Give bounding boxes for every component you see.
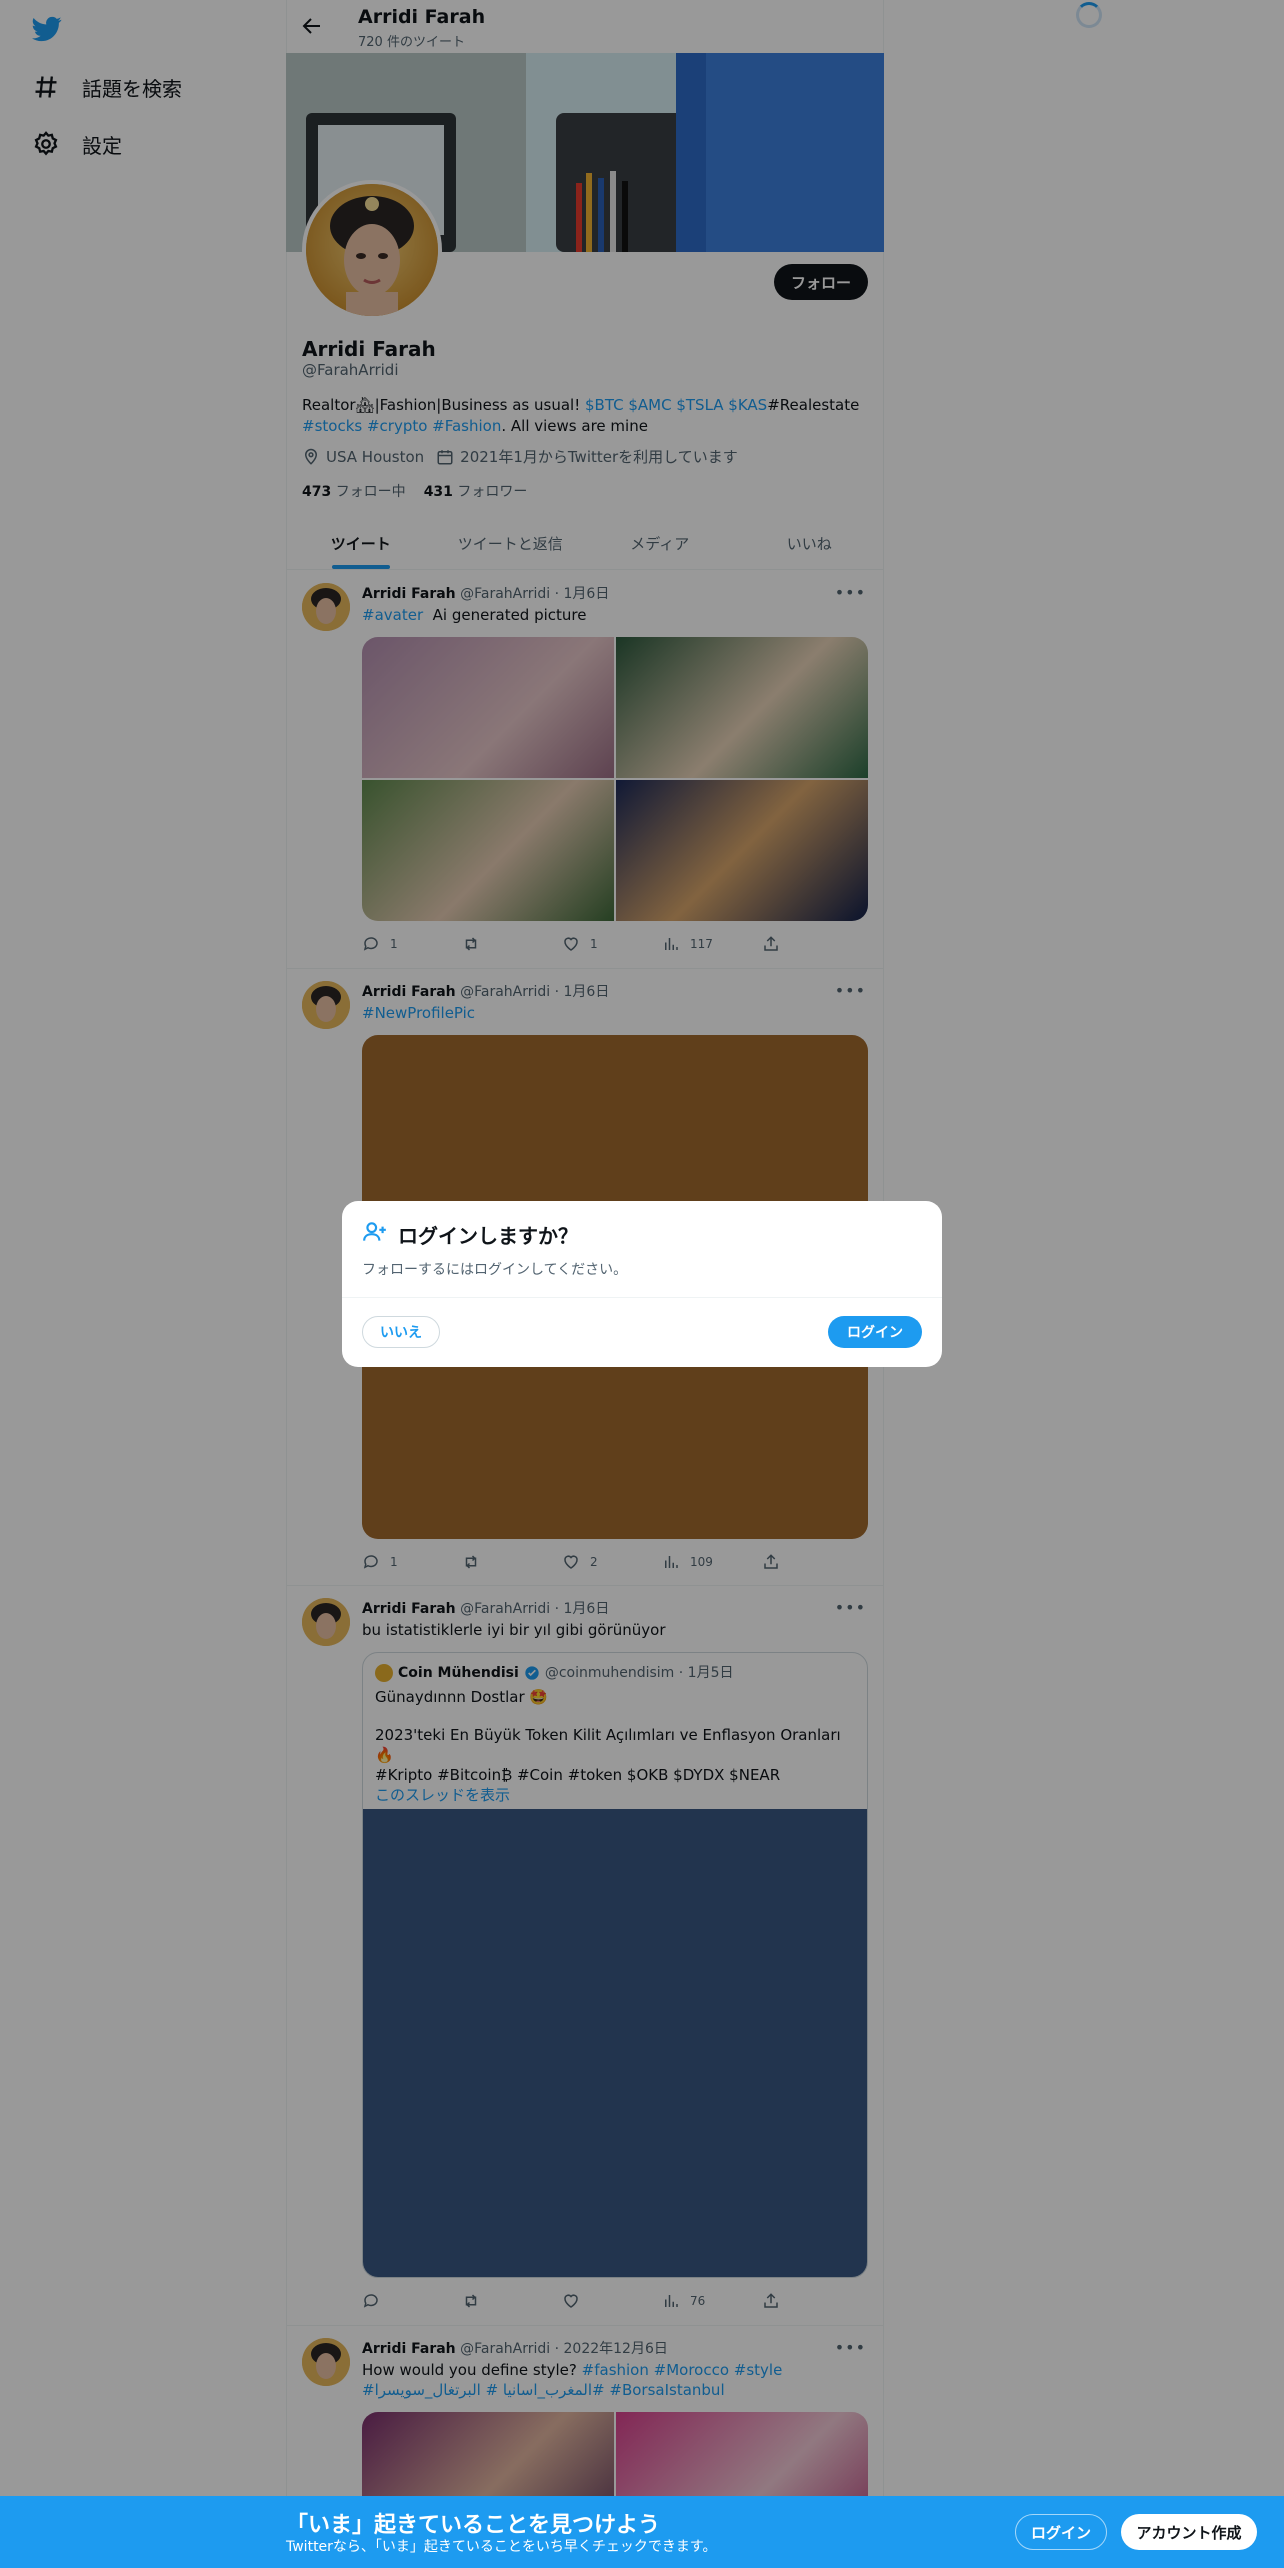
bottom-bar-title: 「いま」起きていることを見つけよう bbox=[286, 2513, 661, 2538]
add-user-icon bbox=[363, 1222, 386, 1241]
dialog-subtitle: フォローするにはログインしてください。 bbox=[362, 1262, 628, 1278]
login-dialog: ログインしますか？ フォローするにはログインしてください。 いいえ ログイン bbox=[342, 1201, 942, 1367]
cancel-button[interactable]: いいえ bbox=[362, 1316, 440, 1348]
dialog-title: ログインしますか？ bbox=[398, 1224, 578, 1248]
dialog-divider bbox=[342, 1297, 942, 1298]
bottom-login-button[interactable]: ログイン bbox=[1015, 2514, 1107, 2550]
bottom-bar-subtitle: Twitterなら、「いま」起きていることをいち早くチェックできます。 bbox=[286, 2539, 717, 2555]
login-button[interactable]: ログイン bbox=[828, 1316, 922, 1348]
bottom-signup-button[interactable]: アカウント作成 bbox=[1121, 2514, 1257, 2550]
